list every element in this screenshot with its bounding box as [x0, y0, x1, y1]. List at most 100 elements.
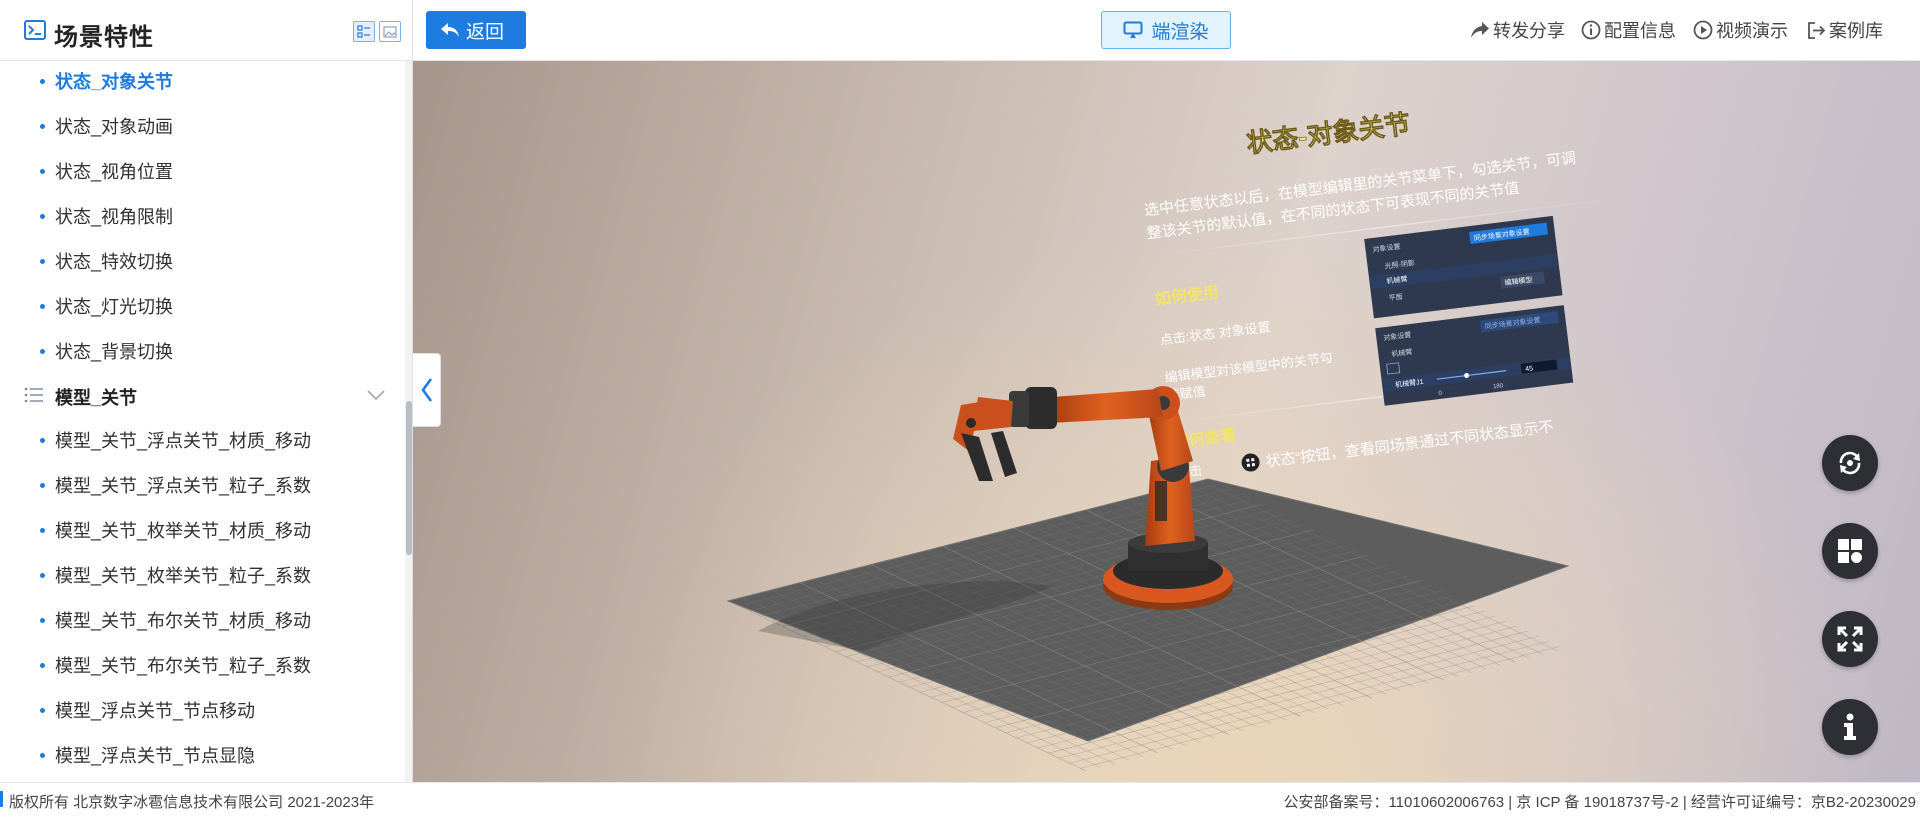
- menu-item-label: 模型_关节_浮点关节_材质_移动: [55, 431, 312, 451]
- bullet-dot: [40, 572, 45, 578]
- bullet-dot: [40, 258, 45, 264]
- menu-item-label: 状态_特效切换: [55, 252, 174, 272]
- menu-item-state-light-switch[interactable]: 状态_灯光切换: [0, 286, 404, 326]
- menu-item-label: 模型_关节_布尔关节_粒子_系数: [55, 656, 312, 676]
- menu-item-label: 状态_对象动画: [55, 117, 174, 137]
- config-info-button[interactable]: 配置信息: [1581, 18, 1676, 42]
- bullet-dot: [40, 437, 45, 443]
- menu-item-state-view-position[interactable]: 状态_视角位置: [0, 151, 404, 191]
- bullet-dot: [40, 707, 45, 713]
- bullet-dot: [40, 123, 45, 129]
- icp-record-text: 公安部备案号：11010602006763 | 京 ICP 备 19018737…: [1283, 794, 1916, 811]
- sidebar-scroll-thumb[interactable]: [406, 401, 412, 555]
- reply-arrow-icon: [441, 23, 459, 37]
- menu-item-model-joint-enum-material-move[interactable]: 模型_关节_枚举关节_材质_移动: [0, 510, 404, 550]
- back-button-label: 返回: [466, 21, 505, 43]
- render-mode-button[interactable]: 端渲染: [1101, 11, 1231, 49]
- menu-item-model-float-joint-node-visibility[interactable]: 模型_浮点关节_节点显隐: [0, 735, 404, 775]
- state-grid-icon: [1838, 539, 1862, 563]
- menu-item-label: 模型_浮点关节_节点显隐: [55, 746, 256, 766]
- menu-group-model-joint[interactable]: 模型_关节: [0, 373, 404, 417]
- bullet-dot: [40, 78, 45, 84]
- footer: 版权所有 北京数字冰雹信息技术有限公司 2021-2023年 公安部备案号：11…: [0, 782, 1920, 824]
- config-info-label: 配置信息: [1604, 21, 1676, 41]
- view-instruction-text: 状态“按钮，查看同场景通过不同状态显示不: [1265, 418, 1555, 470]
- share-button[interactable]: 转发分享: [1470, 18, 1565, 42]
- how-to-use-heading: 如何使用: [1154, 282, 1220, 309]
- menu-item-label: 状态_视角限制: [55, 207, 174, 227]
- bullet-dot: [40, 527, 45, 533]
- chevron-left-icon: [420, 378, 432, 402]
- bullet-dot: [40, 617, 45, 623]
- terminal-icon: [24, 20, 46, 40]
- export-icon: [1808, 21, 1826, 39]
- menu-item-state-object-animation[interactable]: 状态_对象动画: [0, 106, 404, 146]
- card-view-toggle[interactable]: [379, 21, 401, 42]
- chevron-down-icon: [367, 390, 385, 401]
- bullet-dot: [40, 662, 45, 668]
- render-mode-label: 端渲染: [1151, 21, 1209, 43]
- menu-group-label: 模型_关节: [55, 388, 138, 408]
- info-circle-icon: [1581, 20, 1601, 40]
- menu-item-model-joint-float-particle-coef[interactable]: 模型_关节_浮点关节_粒子_系数: [0, 465, 404, 505]
- play-circle-icon: [1693, 20, 1713, 40]
- fullscreen-icon: [1837, 626, 1863, 652]
- menu-item-state-object-joint[interactable]: 状态_对象关节: [0, 61, 404, 101]
- copyright-text: 版权所有 北京数字冰雹信息技术有限公司 2021-2023年: [9, 794, 375, 811]
- menu-item-label: 模型_关节_枚举关节_粒子_系数: [55, 566, 312, 586]
- menu-item-model-joint-enum-particle-coef[interactable]: 模型_关节_枚举关节_粒子_系数: [0, 555, 404, 595]
- rotate-view-button[interactable]: [1822, 435, 1878, 491]
- state-button-icon: [1241, 453, 1260, 472]
- sidebar: 场景特性 状态_对象关节 状态_对象动画 状态_视角位置 状态_视角限制 状态_…: [0, 0, 413, 782]
- video-demo-button[interactable]: 视频演示: [1693, 18, 1788, 42]
- scene-canvas: 状态-对象关节 选中任意状态以后，在模型编辑里的关节菜单下，勾选关节，可调 整该…: [726, 108, 1617, 772]
- menu-item-model-float-joint-node-move[interactable]: 模型_浮点关节_节点移动: [0, 690, 404, 730]
- menu-item-label: 状态_对象关节: [55, 72, 174, 92]
- sidebar-scrollbar[interactable]: [405, 61, 412, 782]
- state-switch-button[interactable]: [1822, 523, 1878, 579]
- menu-item-model-joint-bool-particle-coef[interactable]: 模型_关节_布尔关节_粒子_系数: [0, 645, 404, 685]
- monitor-icon: [1123, 21, 1143, 38]
- menu-item-state-background-switch[interactable]: 状态_背景切换: [0, 331, 404, 371]
- info-button[interactable]: [1822, 699, 1878, 755]
- fullscreen-button[interactable]: [1822, 611, 1878, 667]
- footer-accent-bar: [0, 791, 3, 807]
- svg-text:45: 45: [1525, 365, 1534, 373]
- scene-viewport[interactable]: 状态-对象关节 选中任意状态以后，在模型编辑里的关节菜单下，勾选关节，可调 整该…: [413, 61, 1920, 782]
- case-library-label: 案例库: [1829, 21, 1883, 41]
- bullet-dot: [40, 168, 45, 174]
- menu-item-model-joint-float-material-move[interactable]: 模型_关节_浮点关节_材质_移动: [0, 420, 404, 460]
- case-library-button[interactable]: 案例库: [1807, 18, 1883, 42]
- share-label: 转发分享: [1493, 21, 1565, 41]
- sidebar-collapse-button[interactable]: [413, 353, 441, 427]
- list-view-toggle[interactable]: [353, 21, 375, 42]
- menu-item-label: 模型_关节_浮点关节_粒子_系数: [55, 476, 312, 496]
- menu-item-label: 状态_背景切换: [55, 342, 174, 362]
- mini-panel-object-settings: 对象设置 同步场景对象设置 光照-阴影 机械臂 平面 编辑模型: [1364, 215, 1563, 319]
- step-1-text: 点击:状态 对象设置: [1159, 319, 1271, 347]
- mini-panel-joint-settings: 对象设置 同步场景对象设置 机械臂 机械臂J1 0 180 45: [1375, 305, 1574, 406]
- bullet-dot: [40, 482, 45, 488]
- list-icon: [24, 387, 43, 403]
- step-2a-text: 编辑模型对该模型中的关节勾: [1164, 350, 1334, 385]
- menu-item-model-joint-bool-material-move[interactable]: 模型_关节_布尔关节_材质_移动: [0, 600, 404, 640]
- menu-item-state-view-limit[interactable]: 状态_视角限制: [0, 196, 404, 236]
- menu-item-label: 状态_视角位置: [55, 162, 174, 182]
- bullet-dot: [40, 303, 45, 309]
- image-view-icon: [383, 25, 397, 38]
- video-demo-label: 视频演示: [1716, 21, 1788, 41]
- top-bar: 返回 端渲染 转发分享 配置信息 视频演示 案例库: [413, 0, 1920, 61]
- rotate-view-icon: [1839, 451, 1861, 475]
- back-button[interactable]: 返回: [426, 11, 526, 49]
- menu-item-label: 状态_灯光切换: [55, 297, 174, 317]
- share-icon: [1471, 22, 1489, 38]
- menu-item-label: 模型_关节_枚举关节_材质_移动: [55, 521, 312, 541]
- bullet-dot: [40, 213, 45, 219]
- info-icon: [1844, 713, 1856, 740]
- bullet-dot: [40, 752, 45, 758]
- menu-item-state-effect-switch[interactable]: 状态_特效切换: [0, 241, 404, 281]
- menu-item-label: 模型_浮点关节_节点移动: [55, 701, 256, 721]
- sidebar-title: 场景特性: [54, 24, 154, 51]
- menu-item-label: 模型_关节_布尔关节_材质_移动: [55, 611, 312, 631]
- list-view-icon: [357, 25, 370, 38]
